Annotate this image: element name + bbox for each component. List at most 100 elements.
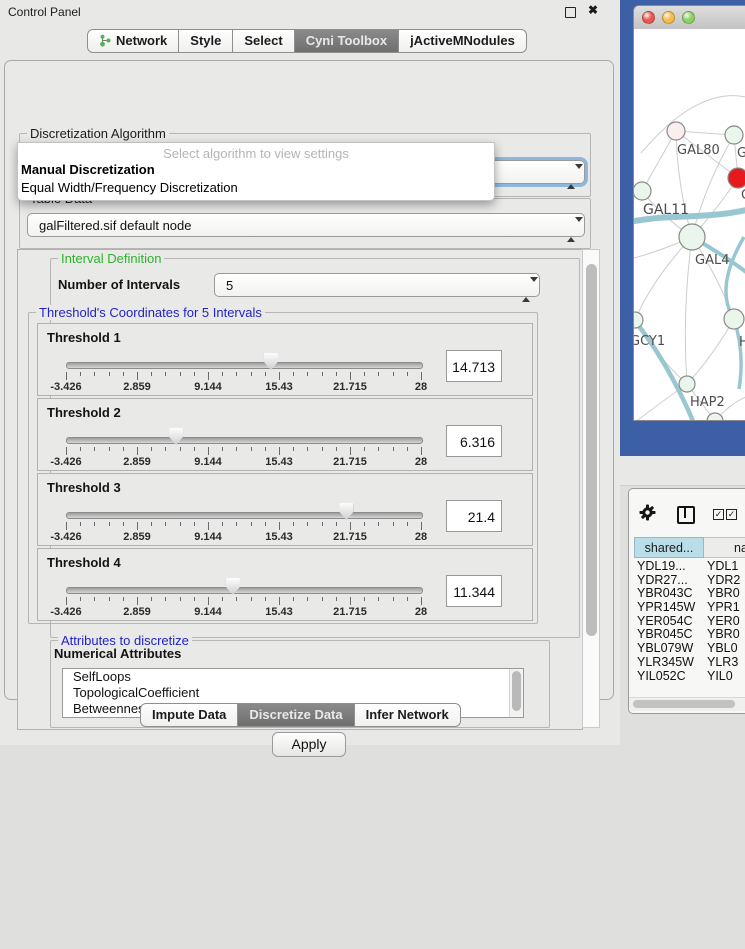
checkbox-icon[interactable]: ✓ xyxy=(713,509,724,520)
tab-impute-data[interactable]: Impute Data xyxy=(140,703,238,727)
table-row[interactable]: YBL079WYBL0 xyxy=(629,641,745,655)
tick-label: 28 xyxy=(415,381,427,393)
threshold-value-field[interactable]: 11.344 xyxy=(446,575,502,607)
network-node-gcy1[interactable] xyxy=(634,312,643,328)
list-item-topologicalcoefficient[interactable]: TopologicalCoefficient xyxy=(63,685,523,701)
network-node-gal80[interactable] xyxy=(667,122,685,140)
close-traffic-light[interactable] xyxy=(642,11,655,24)
network-node-hap2[interactable] xyxy=(679,376,695,392)
tick-mark xyxy=(350,447,351,455)
tab-discretize-data[interactable]: Discretize Data xyxy=(238,703,354,727)
network-node[interactable] xyxy=(725,126,743,144)
columns-icon[interactable] xyxy=(677,506,695,524)
tick-label: -3.426 xyxy=(50,456,81,468)
tick-label: 28 xyxy=(415,606,427,618)
tick-mark xyxy=(251,447,252,451)
slider-track[interactable] xyxy=(66,362,423,369)
slider-ticks xyxy=(66,447,421,455)
column-header-name[interactable]: na xyxy=(704,537,745,558)
table-row[interactable]: YER054CYER0 xyxy=(629,614,745,628)
table-row[interactable]: YDL19...YDL1 xyxy=(629,559,745,573)
threshold-label: Threshold 3 xyxy=(47,480,121,495)
combo-arrows-icon xyxy=(567,218,576,234)
tick-mark xyxy=(180,372,181,376)
table-row[interactable]: YPR145WYPR1 xyxy=(629,600,745,614)
cell-name: YIL0 xyxy=(699,669,733,683)
tick-mark xyxy=(137,447,138,455)
tick-mark xyxy=(137,597,138,605)
close-icon[interactable]: ✖ xyxy=(588,3,598,17)
control-panel-titlebar: Control Panel ✖ xyxy=(0,0,620,24)
tab-network[interactable]: Network xyxy=(87,29,179,53)
network-edge[interactable] xyxy=(642,131,676,191)
tick-mark xyxy=(364,372,365,376)
list-item-selfloops[interactable]: SelfLoops xyxy=(63,669,523,685)
network-edge[interactable] xyxy=(687,319,734,384)
spinner-arrows-icon xyxy=(522,278,531,294)
vertical-scrollbar[interactable] xyxy=(582,249,600,728)
tick-mark xyxy=(180,597,181,601)
tick-mark xyxy=(137,372,138,380)
number-of-intervals-spinner[interactable]: 5 xyxy=(214,273,540,297)
tick-mark xyxy=(194,372,195,376)
list-scrollbar[interactable] xyxy=(509,669,523,717)
threshold-value-field[interactable]: 21.4 xyxy=(446,500,502,532)
network-thick-edge[interactable] xyxy=(726,237,744,319)
table-row[interactable]: YLR345WYLR3 xyxy=(629,655,745,669)
tick-mark xyxy=(265,447,266,451)
network-edge[interactable] xyxy=(685,237,692,384)
network-edge[interactable] xyxy=(635,237,692,320)
network-node[interactable] xyxy=(728,168,745,188)
tab-infer-network[interactable]: Infer Network xyxy=(355,703,461,727)
slider-track[interactable] xyxy=(66,437,423,444)
slider-track[interactable] xyxy=(66,587,423,594)
popup-item-manual-discretization[interactable]: Manual Discretization xyxy=(21,162,155,177)
table-data-combo[interactable]: galFiltered.sif default node xyxy=(27,213,585,237)
tab-style[interactable]: Style xyxy=(179,29,233,53)
table-row[interactable]: YIL052CYIL0 xyxy=(629,669,745,683)
tick-mark xyxy=(307,597,308,601)
tick-label: 28 xyxy=(415,456,427,468)
threshold-value-field[interactable]: 14.713 xyxy=(446,350,502,382)
tick-label: 21.715 xyxy=(333,606,367,618)
network-node[interactable] xyxy=(724,309,744,329)
tick-mark xyxy=(165,522,166,526)
tick-mark xyxy=(407,447,408,451)
tick-mark xyxy=(265,372,266,376)
network-canvas[interactable]: GAL80GACGAL11GAL4GCY1HHAP2 xyxy=(634,29,745,420)
tab-cyni-toolbox[interactable]: Cyni Toolbox xyxy=(295,29,399,53)
network-node-gal4[interactable] xyxy=(679,224,705,250)
table-row[interactable]: YDR27...YDR2 xyxy=(629,573,745,587)
table-row[interactable]: YBR045CYBR0 xyxy=(629,627,745,641)
cell-name: YBL0 xyxy=(699,641,738,655)
network-icon xyxy=(99,34,112,47)
top-tab-bar: NetworkStyleSelectCyni ToolboxjActiveMNo… xyxy=(87,29,527,53)
tick-label: 9.144 xyxy=(194,381,222,393)
minimize-traffic-light[interactable] xyxy=(662,11,675,24)
threshold-value-field[interactable]: 6.316 xyxy=(446,425,502,457)
tick-mark xyxy=(350,372,351,380)
panel-title: Control Panel xyxy=(8,5,81,19)
checkbox-icon[interactable]: ✓ xyxy=(726,509,737,520)
tick-label: 15.43 xyxy=(265,606,293,618)
tick-mark xyxy=(393,597,394,601)
network-node[interactable] xyxy=(634,182,651,200)
horizontal-scrollbar[interactable] xyxy=(629,697,745,711)
tick-label: 21.715 xyxy=(333,531,367,543)
table-row[interactable]: YBR043CYBR0 xyxy=(629,586,745,600)
tick-mark xyxy=(151,522,152,526)
slider-track[interactable] xyxy=(66,512,423,519)
cyni-toolbox-pane: Discretization Algorithm Select algorith… xyxy=(4,60,614,700)
tick-mark xyxy=(407,372,408,376)
tab-select[interactable]: Select xyxy=(233,29,294,53)
zoom-traffic-light[interactable] xyxy=(682,11,695,24)
network-window-titlebar[interactable] xyxy=(634,6,745,30)
float-window-icon[interactable] xyxy=(565,7,576,18)
tick-mark xyxy=(407,597,408,601)
tick-mark xyxy=(94,597,95,601)
column-header-shared-name[interactable]: shared... xyxy=(634,537,704,558)
node-label-gal80: GAL80 xyxy=(677,143,720,158)
tab-jactivemnodules[interactable]: jActiveMNodules xyxy=(399,29,527,53)
gear-icon[interactable] xyxy=(639,504,656,521)
popup-item-equal-width-frequency-discretization[interactable]: Equal Width/Frequency Discretization xyxy=(21,180,238,195)
